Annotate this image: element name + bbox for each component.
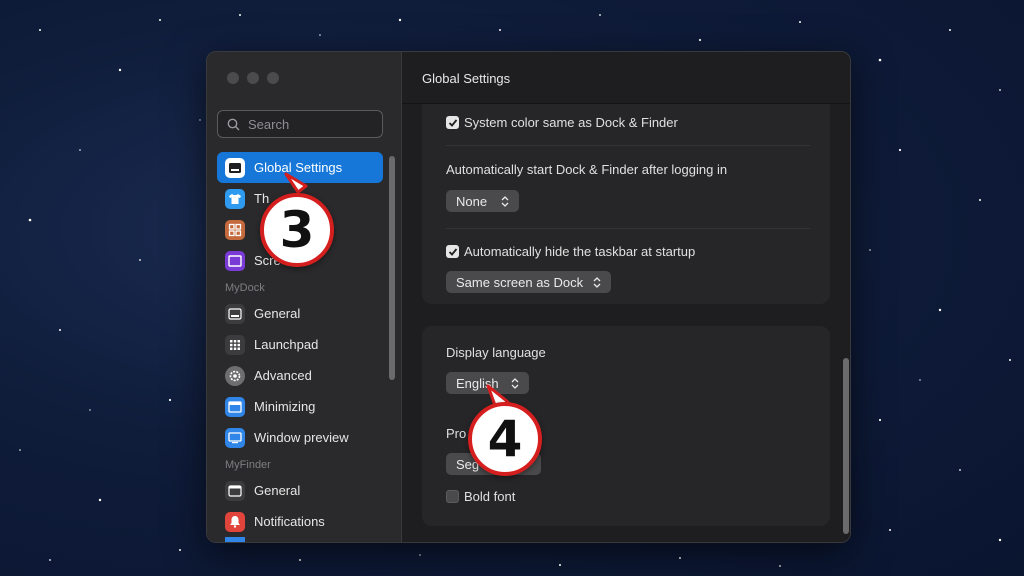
minimize-icon xyxy=(225,396,245,417)
sidebar-item-launchpad[interactable]: Launchpad xyxy=(217,329,383,360)
divider xyxy=(446,145,810,146)
autohide-checkbox[interactable] xyxy=(446,245,459,258)
sidebar-item-advanced[interactable]: Advanced xyxy=(217,360,383,391)
autostart-label: Automatically start Dock & Finder after … xyxy=(446,162,728,177)
bell-icon xyxy=(225,511,245,532)
display-language-label: Display language xyxy=(446,345,546,360)
finder-general-icon xyxy=(225,480,245,501)
sidebar-item-myfinder-general[interactable]: General xyxy=(217,475,383,506)
chevron-updown-icon xyxy=(501,195,509,207)
general-settings-card: System color same as Dock & Finder Autom… xyxy=(422,104,830,304)
sidebar-item-label: Th xyxy=(254,191,270,206)
sidebar-item-label: Advanced xyxy=(254,368,312,383)
sidebar: Search Global Settings Th Scre MyDock Ge… xyxy=(207,52,402,542)
sidebar-item-window-preview[interactable]: Window preview xyxy=(217,422,383,453)
bold-font-label: Bold font xyxy=(464,489,516,504)
tshirt-icon xyxy=(225,188,245,209)
chevron-updown-icon xyxy=(593,276,601,288)
sidebar-item-label: Window preview xyxy=(254,430,349,445)
search-placeholder: Search xyxy=(248,116,290,132)
minimize-window-button[interactable] xyxy=(247,72,259,84)
grid-icon xyxy=(225,219,245,240)
sidebar-item-label: Notifications xyxy=(254,514,325,529)
sidebar-item-partial[interactable] xyxy=(217,537,383,542)
section-label-myfinder: MyFinder xyxy=(225,459,271,471)
section-label-mydock: MyDock xyxy=(225,282,265,294)
sidebar-item-notifications[interactable]: Notifications xyxy=(217,506,383,537)
search-icon xyxy=(227,118,240,130)
main-scrollbar[interactable] xyxy=(843,358,849,534)
sidebar-item-mydock-general[interactable]: General xyxy=(217,298,383,329)
bold-font-checkbox[interactable] xyxy=(446,490,459,503)
checkmark-icon xyxy=(448,118,457,127)
sidebar-item-label: Minimizing xyxy=(254,399,316,414)
page-title: Global Settings xyxy=(422,71,511,86)
search-input[interactable]: Search xyxy=(217,110,383,138)
preview-icon xyxy=(225,427,245,448)
display-icon xyxy=(225,157,245,178)
settings-window: Search Global Settings Th Scre MyDock Ge… xyxy=(206,51,851,543)
divider xyxy=(446,228,810,229)
launchpad-icon xyxy=(225,334,245,355)
app-icon xyxy=(225,537,245,542)
autohide-label: Automatically hide the taskbar at startu… xyxy=(464,244,696,259)
sidebar-item-label: General xyxy=(254,483,301,498)
checkmark-icon xyxy=(448,247,457,256)
autostart-value: None xyxy=(456,193,488,209)
system-color-checkbox[interactable] xyxy=(446,116,459,129)
sidebar-item-minimizing[interactable]: Minimizing xyxy=(217,391,383,422)
dock-icon xyxy=(225,303,245,324)
sidebar-item-label: General xyxy=(254,306,301,321)
main-panel: Global Settings System color same as Doc… xyxy=(402,52,850,542)
autohide-screen-select[interactable]: Same screen as Dock xyxy=(446,271,611,293)
autostart-select[interactable]: None xyxy=(446,190,519,212)
autohide-screen-value: Same screen as Dock xyxy=(456,274,584,290)
zoom-window-button[interactable] xyxy=(267,72,279,84)
screen-icon xyxy=(225,250,245,271)
font-label: Pro xyxy=(446,426,467,441)
close-window-button[interactable] xyxy=(227,72,239,84)
window-controls xyxy=(227,72,279,84)
system-color-label: System color same as Dock & Finder xyxy=(464,115,678,130)
step-4-badge: 4 xyxy=(468,402,542,476)
sidebar-item-label: Launchpad xyxy=(254,337,319,352)
step-3-badge: 3 xyxy=(260,193,334,267)
sidebar-scrollbar[interactable] xyxy=(389,156,395,380)
gear-icon xyxy=(225,365,245,386)
